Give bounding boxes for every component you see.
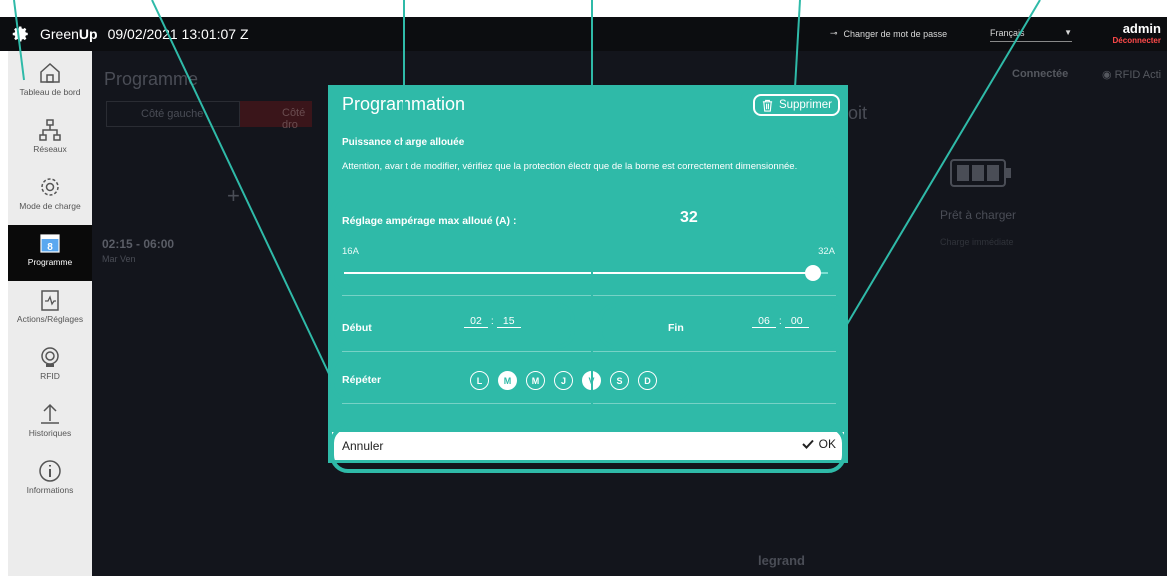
callout-lines	[13, 0, 1041, 432]
